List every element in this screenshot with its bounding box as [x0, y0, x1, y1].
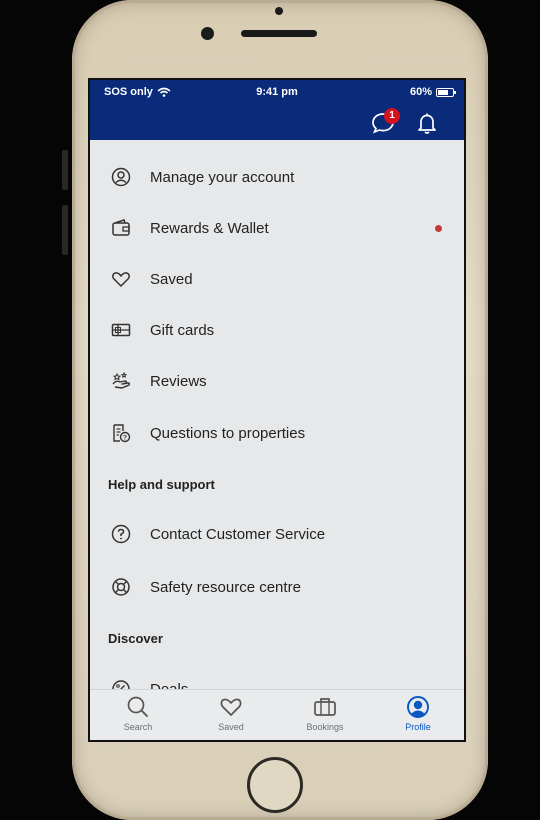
messages-badge: 1: [384, 108, 400, 124]
menu-item-label: Questions to properties: [150, 424, 306, 442]
front-camera: [201, 27, 214, 40]
bottom-tab-bar: Search Saved Bookings Profile: [90, 689, 464, 740]
volume-up-button: [62, 205, 68, 255]
bell-icon: [418, 113, 436, 134]
tab-saved[interactable]: Saved: [191, 694, 271, 732]
question-circle-icon: [111, 524, 131, 544]
heart-icon: [112, 272, 130, 287]
question-doc-icon: ?: [113, 424, 131, 443]
menu-item-label: Reviews: [150, 372, 207, 390]
svg-text:?: ?: [123, 435, 127, 442]
search-icon: [127, 696, 148, 717]
section-help-support: Help and support: [108, 477, 215, 492]
messages-button[interactable]: 1: [370, 108, 400, 136]
menu-item-label: Manage your account: [150, 168, 295, 186]
tab-label: Profile: [405, 722, 431, 732]
section-discover: Discover: [108, 631, 163, 646]
menu-item-manage-account[interactable]: Manage your account: [90, 157, 464, 197]
app-screen: SOS only 9:41 pm 60% 1 Manage your accou…: [88, 78, 466, 742]
menu-item-label: Gift cards: [150, 321, 215, 339]
profile-icon: [407, 696, 429, 718]
menu-item-rewards-wallet[interactable]: Rewards & Wallet: [90, 208, 464, 248]
suitcase-icon: [314, 698, 336, 716]
menu-item-safety-centre[interactable]: Safety resource centre: [90, 567, 464, 607]
new-indicator-dot: [435, 224, 442, 232]
menu-item-saved[interactable]: Saved: [90, 259, 464, 299]
battery-percent: 60%: [409, 86, 432, 98]
notifications-button[interactable]: [414, 110, 440, 136]
tab-label: Saved: [218, 722, 244, 732]
earpiece-speaker: [241, 30, 317, 37]
tab-label: Search: [123, 722, 153, 732]
status-bar: SOS only 9:41 pm 60%: [90, 80, 464, 104]
user-circle-icon: [111, 167, 131, 187]
tab-bookings[interactable]: Bookings: [285, 694, 365, 732]
tab-label: Bookings: [306, 722, 344, 732]
mute-switch: [62, 150, 68, 190]
wallet-icon: [112, 219, 130, 236]
heart-icon: [220, 698, 242, 716]
menu-item-label: Saved: [150, 270, 193, 288]
lifebuoy-icon: [112, 578, 130, 596]
menu-item-label: Contact Customer Service: [150, 525, 326, 543]
menu-item-contact-service[interactable]: Contact Customer Service: [90, 514, 464, 554]
home-button[interactable]: [247, 757, 303, 813]
proximity-sensor: [275, 7, 283, 15]
menu-item-label: Safety resource centre: [150, 578, 301, 596]
tab-profile[interactable]: Profile: [378, 694, 458, 732]
menu-item-label: Rewards & Wallet: [150, 219, 269, 237]
reviews-icon: [112, 371, 131, 389]
app-header: 1: [90, 104, 464, 140]
menu-item-gift-cards[interactable]: Gift cards: [90, 310, 464, 350]
menu-item-reviews[interactable]: Reviews: [90, 361, 464, 401]
battery-icon: [436, 87, 456, 97]
tab-search[interactable]: Search: [98, 694, 178, 732]
gift-card-icon: [111, 323, 131, 337]
clock: 9:41 pm: [256, 86, 298, 98]
menu-item-questions[interactable]: ? Questions to properties: [90, 413, 464, 453]
